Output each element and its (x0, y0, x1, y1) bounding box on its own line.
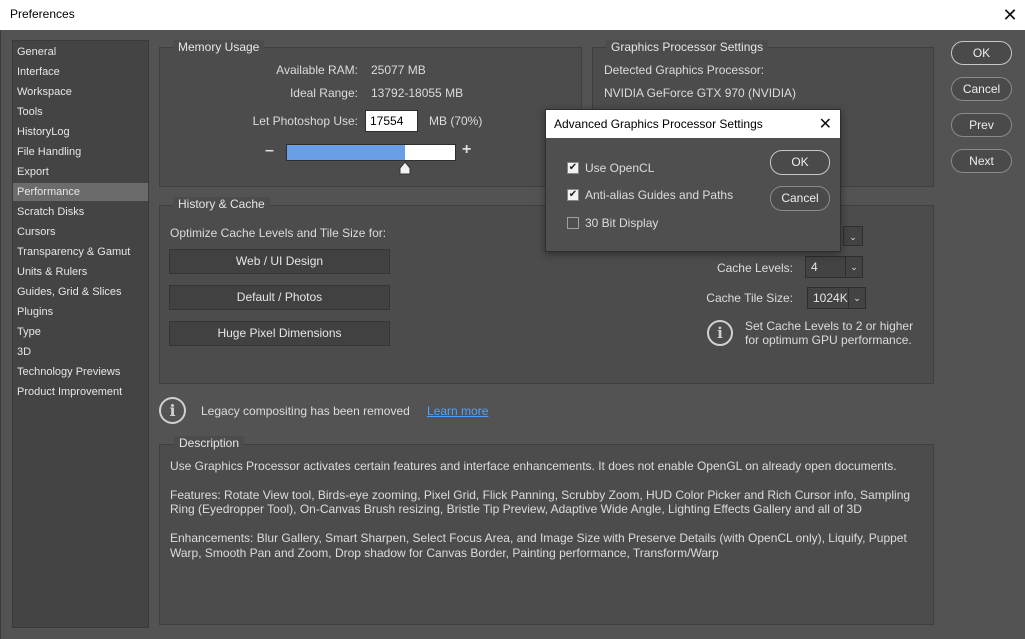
ok-button[interactable]: OK (951, 41, 1012, 65)
chevron-down-icon: ⌄ (848, 288, 865, 308)
dialog-ok-button[interactable]: OK (770, 150, 830, 175)
sidebar-item-guides-grid-slices[interactable]: Guides, Grid & Slices (13, 283, 148, 301)
window-frame (0, 30, 1, 639)
huge-pixel-dimensions-button[interactable]: Huge Pixel Dimensions (169, 321, 390, 346)
sidebar-item-interface[interactable]: Interface (13, 63, 148, 81)
prev-button[interactable]: Prev (951, 113, 1012, 137)
sidebar-item-transparency-gamut[interactable]: Transparency & Gamut (13, 243, 148, 261)
dialog-cancel-button[interactable]: Cancel (770, 186, 830, 211)
ideal-range-label: Ideal Range: (289, 86, 358, 100)
history-cache-title: History & Cache (173, 197, 270, 211)
description-enhancements-2: Warp, Smooth Pan and Zoom, Drop shadow f… (170, 546, 719, 560)
window-titlebar: Preferences ✕ (0, 0, 1025, 30)
available-ram-value: 25077 MB (371, 63, 426, 77)
sidebar-item-general[interactable]: General (13, 43, 148, 61)
info-icon: i (707, 320, 733, 346)
memory-decrease-icon[interactable]: – (265, 142, 274, 160)
dialog-close-icon[interactable]: ✕ (819, 114, 832, 134)
legacy-info-icon: i (159, 397, 186, 424)
cache-tile-size-select[interactable]: 1024K ⌄ (807, 287, 866, 309)
sidebar-item-product-improvement[interactable]: Product Improvement (13, 383, 148, 401)
window-close-icon[interactable]: ✕ (995, 0, 1025, 30)
sidebar-item-historylog[interactable]: HistoryLog (13, 123, 148, 141)
let-photoshop-use-label: Let Photoshop Use: (252, 114, 358, 128)
optimize-cache-label: Optimize Cache Levels and Tile Size for: (170, 226, 387, 240)
description-features-1: Features: Rotate View tool, Birds-eye zo… (170, 488, 911, 502)
window-title: Preferences (10, 7, 75, 21)
sidebar-item-workspace[interactable]: Workspace (13, 83, 148, 101)
memory-slider[interactable] (286, 144, 456, 161)
cache-info-line2: for optimum GPU performance. (745, 333, 912, 347)
sidebar-item-cursors[interactable]: Cursors (13, 223, 148, 241)
history-states-select[interactable]: ⌄ (843, 226, 863, 246)
memory-increase-icon[interactable]: + (462, 141, 471, 159)
cache-info-line1: Set Cache Levels to 2 or higher (745, 319, 914, 333)
advanced-gpu-dialog: Advanced Graphics Processor Settings ✕ ✔… (545, 109, 841, 252)
memory-usage-title: Memory Usage (173, 40, 265, 54)
sidebar-item-type[interactable]: Type (13, 323, 148, 341)
memory-slider-thumb-icon[interactable] (399, 161, 411, 175)
cancel-button[interactable]: Cancel (951, 77, 1012, 101)
sidebar-item-scratch-disks[interactable]: Scratch Disks (13, 203, 148, 221)
sidebar-item-tools[interactable]: Tools (13, 103, 148, 121)
gpu-settings-title: Graphics Processor Settings (606, 40, 769, 54)
web-ui-design-button[interactable]: Web / UI Design (169, 249, 390, 274)
detected-gpu-value: NVIDIA GeForce GTX 970 (NVIDIA) (604, 86, 797, 100)
default-photos-button[interactable]: Default / Photos (169, 285, 390, 310)
description-p1: Use Graphics Processor activates certain… (170, 459, 897, 473)
sidebar-item-file-handling[interactable]: File Handling (13, 143, 148, 161)
thirty-bit-display-checkbox[interactable] (567, 217, 579, 229)
sidebar-item-performance[interactable]: Performance (13, 183, 148, 201)
ideal-range-value: 13792-18055 MB (371, 86, 464, 100)
chevron-down-icon: ⌄ (849, 232, 857, 242)
sidebar-item-technology-previews[interactable]: Technology Previews (13, 363, 148, 381)
anti-alias-checkbox[interactable]: ✔ (567, 189, 579, 201)
sidebar-item-export[interactable]: Export (13, 163, 148, 181)
memory-slider-fill (287, 145, 405, 160)
thirty-bit-display-label: 30 Bit Display (585, 216, 659, 230)
description-features-2: Ring (Eyedropper Tool), On-Canvas Brush … (170, 502, 862, 516)
chevron-down-icon: ⌄ (845, 257, 862, 277)
legacy-compositing-text: Legacy compositing has been removed (201, 404, 410, 418)
sidebar-item-3d[interactable]: 3D (13, 343, 148, 361)
cache-tile-size-label: Cache Tile Size: (706, 291, 793, 305)
available-ram-label: Available RAM: (276, 63, 358, 77)
use-opencl-label: Use OpenCL (585, 161, 655, 175)
detected-gpu-label: Detected Graphics Processor: (604, 63, 765, 77)
learn-more-link[interactable]: Learn more (427, 404, 488, 418)
description-enhancements-1: Enhancements: Blur Gallery, Smart Sharpe… (170, 531, 907, 545)
advanced-gpu-dialog-title: Advanced Graphics Processor Settings (554, 117, 763, 131)
sidebar-item-plugins[interactable]: Plugins (13, 303, 148, 321)
cache-levels-label: Cache Levels: (716, 261, 793, 275)
preferences-sidebar: General Interface Workspace Tools Histor… (12, 40, 149, 628)
next-button[interactable]: Next (951, 149, 1012, 173)
cache-levels-value: 4 (811, 260, 818, 274)
memory-use-suffix: MB (70%) (429, 114, 483, 128)
cache-levels-select[interactable]: 4 ⌄ (805, 256, 863, 278)
use-opencl-checkbox[interactable]: ✔ (567, 162, 579, 174)
cache-tile-size-value: 1024K (813, 291, 848, 305)
anti-alias-label: Anti-alias Guides and Paths (585, 188, 734, 202)
memory-use-input[interactable]: 17554 (365, 110, 418, 132)
description-title: Description (174, 436, 245, 450)
sidebar-item-units-rulers[interactable]: Units & Rulers (13, 263, 148, 281)
advanced-gpu-dialog-titlebar: Advanced Graphics Processor Settings ✕ (546, 110, 840, 138)
